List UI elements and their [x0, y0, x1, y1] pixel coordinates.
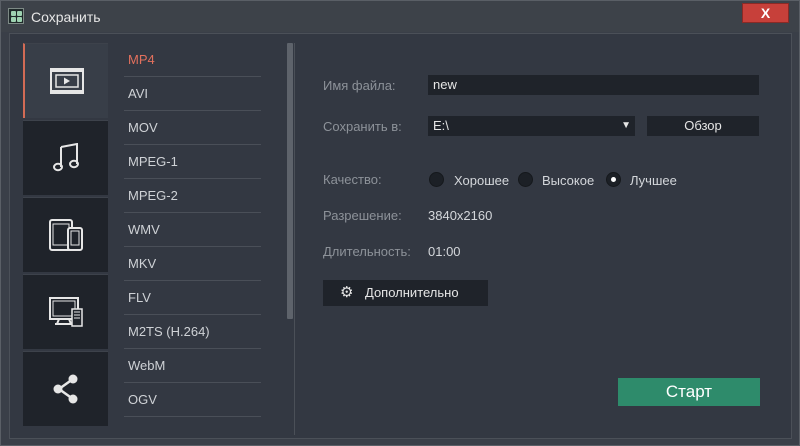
gear-icon: ⚙: [340, 284, 354, 301]
category-sidebar: [23, 43, 108, 435]
dropdown-arrow-icon: ▼: [621, 120, 631, 131]
music-note-icon: [52, 143, 79, 172]
share-icon: [53, 374, 77, 404]
window-title: Сохранить: [31, 9, 101, 25]
format-list-scrollbar[interactable]: [287, 43, 293, 319]
format-item-mpeg2[interactable]: MPEG-2: [124, 179, 261, 213]
category-share[interactable]: [23, 351, 108, 426]
close-button[interactable]: X: [742, 3, 789, 23]
advanced-settings-label: Дополнительно: [365, 285, 459, 300]
film-icon: [49, 68, 84, 94]
format-item-webm[interactable]: WebM: [124, 349, 261, 383]
quality-label: Качество:: [323, 172, 382, 187]
duration-value: 01:00: [428, 244, 461, 259]
save-location-select[interactable]: E:\ ▼: [428, 116, 635, 136]
resolution-label: Разрешение:: [323, 208, 402, 223]
panel-divider: [294, 43, 295, 435]
quality-option-good[interactable]: Хорошее: [454, 173, 509, 188]
format-item-mkv[interactable]: MKV: [124, 247, 261, 281]
format-item-mov[interactable]: MOV: [124, 111, 261, 145]
category-video[interactable]: [23, 43, 108, 118]
format-item-ogv[interactable]: OGV: [124, 383, 261, 417]
category-tv[interactable]: [23, 274, 108, 349]
resolution-value: 3840x2160: [428, 208, 493, 223]
advanced-settings-button[interactable]: ⚙ Дополнительно: [323, 280, 488, 306]
save-dialog: Сохранить X MP4 AVI MOV MPEG-1 MPEG-2 WM…: [0, 0, 800, 446]
format-item-mp4[interactable]: MP4: [124, 43, 261, 77]
quality-option-high[interactable]: Высокое: [542, 173, 594, 188]
format-item-m2ts[interactable]: M2TS (H.264): [124, 315, 261, 349]
format-item-wmv[interactable]: WMV: [124, 213, 261, 247]
quality-radio-best[interactable]: [606, 172, 621, 187]
format-list: MP4 AVI MOV MPEG-1 MPEG-2 WMV MKV FLV M2…: [124, 43, 261, 417]
filename-input[interactable]: new: [428, 75, 759, 95]
filename-label: Имя файла:: [323, 78, 396, 93]
quality-radio-good[interactable]: [429, 172, 444, 187]
save-location-value: E:\: [433, 118, 449, 133]
save-location-label: Сохранить в:: [323, 119, 402, 134]
content-panel: MP4 AVI MOV MPEG-1 MPEG-2 WMV MKV FLV M2…: [9, 33, 792, 439]
app-logo-icon: [8, 8, 24, 24]
browse-button[interactable]: Обзор: [647, 116, 759, 136]
format-item-flv[interactable]: FLV: [124, 281, 261, 315]
quality-radio-high[interactable]: [518, 172, 533, 187]
category-audio[interactable]: [23, 120, 108, 195]
duration-label: Длительность:: [323, 244, 411, 259]
quality-option-best[interactable]: Лучшее: [630, 173, 677, 188]
format-item-avi[interactable]: AVI: [124, 77, 261, 111]
format-item-mpeg1[interactable]: MPEG-1: [124, 145, 261, 179]
category-devices[interactable]: [23, 197, 108, 272]
tablet-phone-icon: [48, 219, 83, 251]
start-button[interactable]: Старт: [618, 378, 760, 406]
title-bar: Сохранить X: [1, 1, 799, 32]
tv-icon: [48, 297, 83, 327]
